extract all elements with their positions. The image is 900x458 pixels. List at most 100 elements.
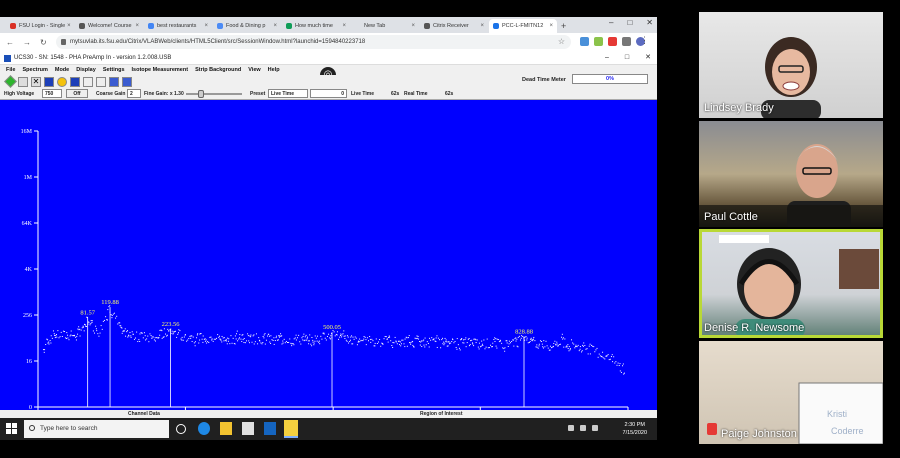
menu-item[interactable]: File (6, 67, 15, 73)
clear-icon[interactable]: ✕ (31, 76, 41, 87)
new-tab-button[interactable]: + (561, 19, 566, 33)
menu-item[interactable]: View (248, 67, 260, 73)
tab-close-icon[interactable]: × (547, 23, 553, 29)
spectrum-point (253, 343, 255, 345)
participant-tile[interactable]: Lindsey Brady (699, 12, 883, 118)
start-icon[interactable] (4, 75, 17, 88)
minimize-icon[interactable]: – (605, 51, 609, 65)
menu-item[interactable]: Display (76, 67, 96, 73)
windows-start-icon[interactable] (6, 423, 17, 434)
active-app-icon[interactable] (284, 420, 298, 438)
cortana-icon[interactable] (176, 424, 186, 434)
extension-icon[interactable] (594, 37, 603, 46)
participant-tile[interactable]: Kristi Coderre Paige Johnston (699, 341, 883, 444)
browser-tab[interactable]: PCC-L-FMITN12 × (489, 19, 557, 33)
sum-icon[interactable] (70, 76, 80, 87)
network-icon[interactable] (580, 425, 586, 431)
browser-tab[interactable]: FSU Login - Single × (6, 19, 74, 33)
browser-tab[interactable]: Food & Dining p × (213, 19, 281, 33)
taskbar-search-box[interactable]: Type here to search (24, 420, 169, 438)
app-title-bar: UCS30 - SN: 1548 - PHA PreAmp In - versi… (0, 51, 657, 65)
preset-count-input[interactable]: 0 (310, 89, 347, 98)
menu-item[interactable]: Isotope Measurement (132, 67, 189, 73)
spectrum-point (366, 337, 368, 339)
close-icon[interactable]: ✕ (645, 51, 651, 65)
bookmark-star-icon[interactable]: ☆ (558, 35, 565, 49)
spectrum-point (216, 337, 218, 339)
spectrum-point (133, 338, 135, 340)
high-voltage-input[interactable]: 750 (42, 89, 62, 98)
tab-close-icon[interactable]: × (202, 23, 208, 29)
maximize-icon[interactable]: □ (625, 51, 629, 65)
tab-close-icon[interactable]: × (478, 23, 484, 29)
extension-icon[interactable] (608, 37, 617, 46)
spectrum-point (334, 335, 336, 337)
mode-icon[interactable] (44, 76, 54, 87)
hv-off-button[interactable]: Off (66, 89, 88, 98)
file-explorer-icon[interactable] (220, 422, 232, 435)
puzzle-icon[interactable] (622, 37, 631, 46)
coarse-gain-select[interactable]: 2 (127, 89, 141, 98)
volume-icon[interactable] (592, 425, 598, 431)
spectrum-point (65, 337, 67, 339)
spectrum-point (151, 337, 153, 339)
y-tick-label: 256 (23, 313, 32, 319)
edge-icon[interactable] (198, 422, 210, 435)
menu-item[interactable]: Strip Background (195, 67, 241, 73)
tab-close-icon[interactable]: × (340, 23, 346, 29)
home-icon[interactable] (109, 76, 119, 87)
reload-icon[interactable]: ↻ (40, 38, 47, 47)
browser-menu-icon[interactable]: ⋮ (640, 35, 649, 46)
menu-item[interactable]: Help (268, 67, 280, 73)
close-icon[interactable]: ✕ (646, 18, 653, 27)
maximize-icon[interactable]: □ (627, 18, 632, 27)
spectrum-point (54, 334, 56, 336)
spectrum-point (79, 328, 81, 330)
forward-icon[interactable]: → (23, 38, 31, 47)
tray-up-icon[interactable] (568, 425, 574, 431)
browser-tab[interactable]: How much time × (282, 19, 350, 33)
stop-icon[interactable] (18, 76, 28, 87)
menu-item[interactable]: Settings (103, 67, 125, 73)
tab-favicon-icon (10, 23, 16, 29)
menu-item[interactable]: Mode (55, 67, 69, 73)
preset-select[interactable]: Live Time (268, 89, 308, 98)
browser-tab[interactable]: Welcome! Course × (75, 19, 143, 33)
browser-tab[interactable]: New Tab × (351, 19, 419, 33)
taskbar-clock[interactable]: 2:30 PM 7/15/2020 (623, 421, 647, 437)
participant-tile-active-speaker[interactable]: Denise R. Newsome (699, 229, 883, 338)
slider-handle[interactable] (198, 90, 204, 98)
browser-tab[interactable]: best restaurants × (144, 19, 212, 33)
minimize-icon[interactable]: – (609, 18, 613, 27)
mail-icon[interactable] (264, 422, 276, 435)
menu-item[interactable]: Spectrum (22, 67, 47, 73)
browser-tab[interactable]: Citrix Receiver × (420, 19, 488, 33)
fine-gain-slider[interactable] (186, 90, 242, 98)
tab-close-icon[interactable]: × (409, 23, 415, 29)
spectrum-point (612, 361, 614, 363)
spectrum-point (243, 342, 245, 344)
tab-close-icon[interactable]: × (133, 23, 139, 29)
spectrum-point (302, 335, 304, 337)
participant-tile[interactable]: Paul Cottle (699, 121, 883, 227)
spectrum-plot[interactable]: 16M1M64K4K256160-3.52495027541007keV81.5… (0, 100, 657, 410)
spectrum-point (122, 330, 124, 332)
spectrum-point (400, 345, 402, 347)
spectrum-point (404, 338, 406, 340)
save-icon[interactable] (83, 76, 93, 87)
extension-icon[interactable] (580, 37, 589, 46)
spectrum-point (329, 338, 331, 340)
spectrum-point (90, 320, 92, 322)
settings-icon[interactable] (57, 76, 67, 87)
spectrum-point (159, 329, 161, 331)
filter-icon[interactable] (122, 76, 132, 87)
print-icon[interactable] (96, 76, 106, 87)
spectrum-point (247, 335, 249, 337)
spectrum-point (618, 365, 620, 367)
spectrum-point (387, 341, 389, 343)
address-bar[interactable]: mytsuvlab.its.fsu.edu/Citrix/VLABWeb/cli… (56, 35, 571, 49)
back-icon[interactable]: ← (6, 38, 14, 47)
store-icon[interactable] (242, 422, 254, 435)
tab-close-icon[interactable]: × (271, 23, 277, 29)
tab-close-icon[interactable]: × (65, 23, 71, 29)
